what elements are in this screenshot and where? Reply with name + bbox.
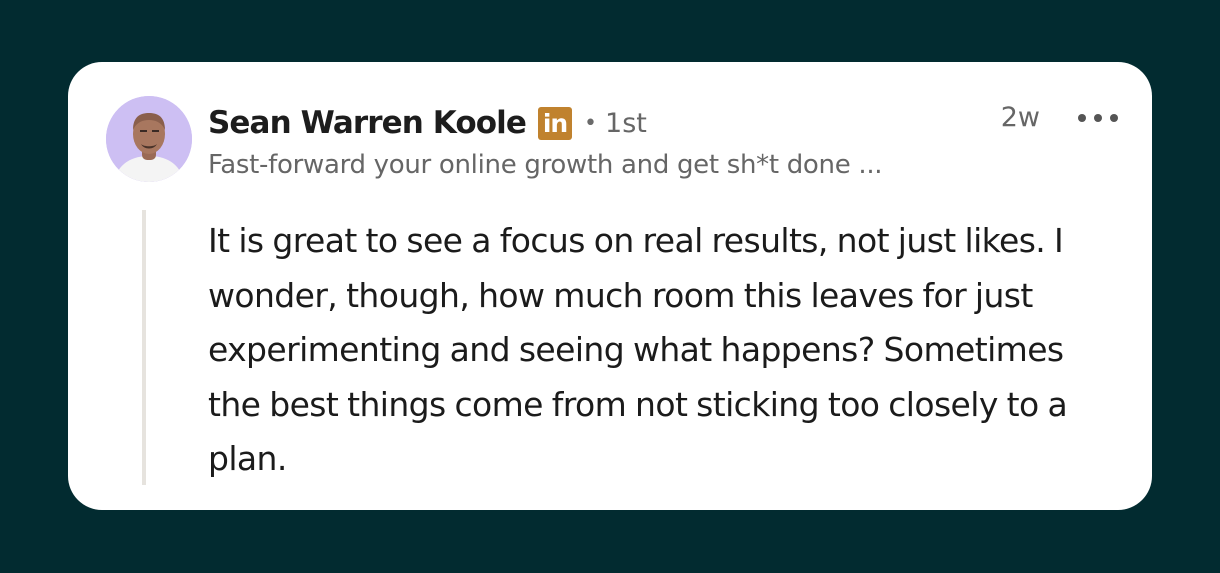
author-avatar[interactable]	[106, 96, 192, 182]
author-header: Sean Warren Koole in • 1st	[208, 100, 647, 146]
linkedin-icon: in	[538, 106, 573, 140]
comment-timestamp: 2w	[1000, 102, 1040, 133]
comment-card: Sean Warren Koole in • 1st Fast-forward …	[68, 62, 1152, 510]
thread-line	[142, 210, 146, 485]
author-name[interactable]: Sean Warren Koole	[208, 105, 527, 141]
profile-photo-icon	[106, 96, 192, 182]
comment-text: It is great to see a focus on real resul…	[208, 221, 1068, 478]
more-options-button[interactable]	[1078, 106, 1118, 130]
connection-degree: 1st	[605, 107, 647, 139]
author-headline: Fast-forward your online growth and get …	[208, 150, 883, 180]
separator-dot: •	[584, 110, 598, 136]
ellipsis-horizontal-icon	[1110, 114, 1118, 122]
ellipsis-horizontal-icon	[1094, 114, 1102, 122]
ellipsis-horizontal-icon	[1078, 114, 1086, 122]
